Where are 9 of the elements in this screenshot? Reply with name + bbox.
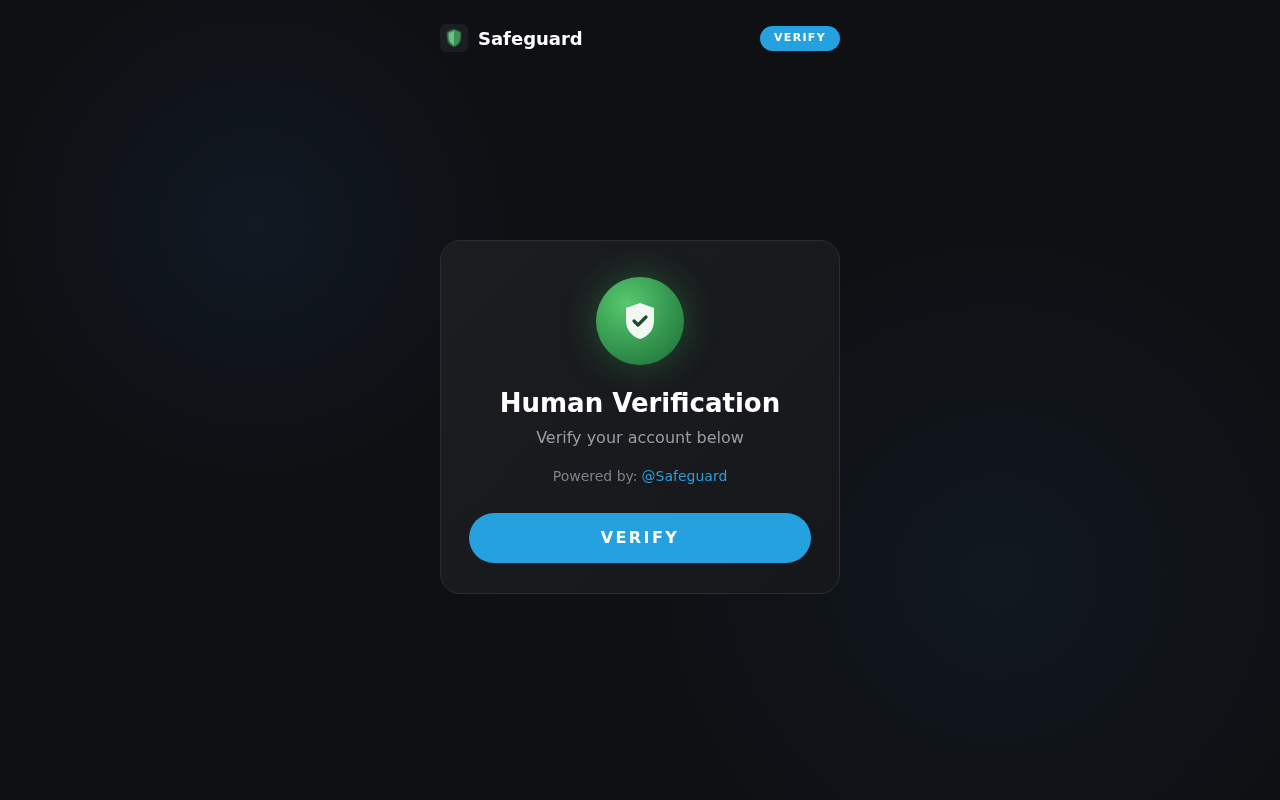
brand-name: Safeguard [478,26,583,51]
card-title: Human Verification [499,387,781,420]
safeguard-link[interactable]: @Safeguard [641,465,728,487]
verify-button[interactable]: VERIFY [469,512,811,563]
card-subtitle: Verify your account below [536,426,744,449]
powered-by-label: Powered by: [552,466,638,486]
verify-button[interactable]: VERIFY [760,25,840,51]
shield-logo-icon [440,24,468,52]
shield-check-icon [596,277,684,365]
